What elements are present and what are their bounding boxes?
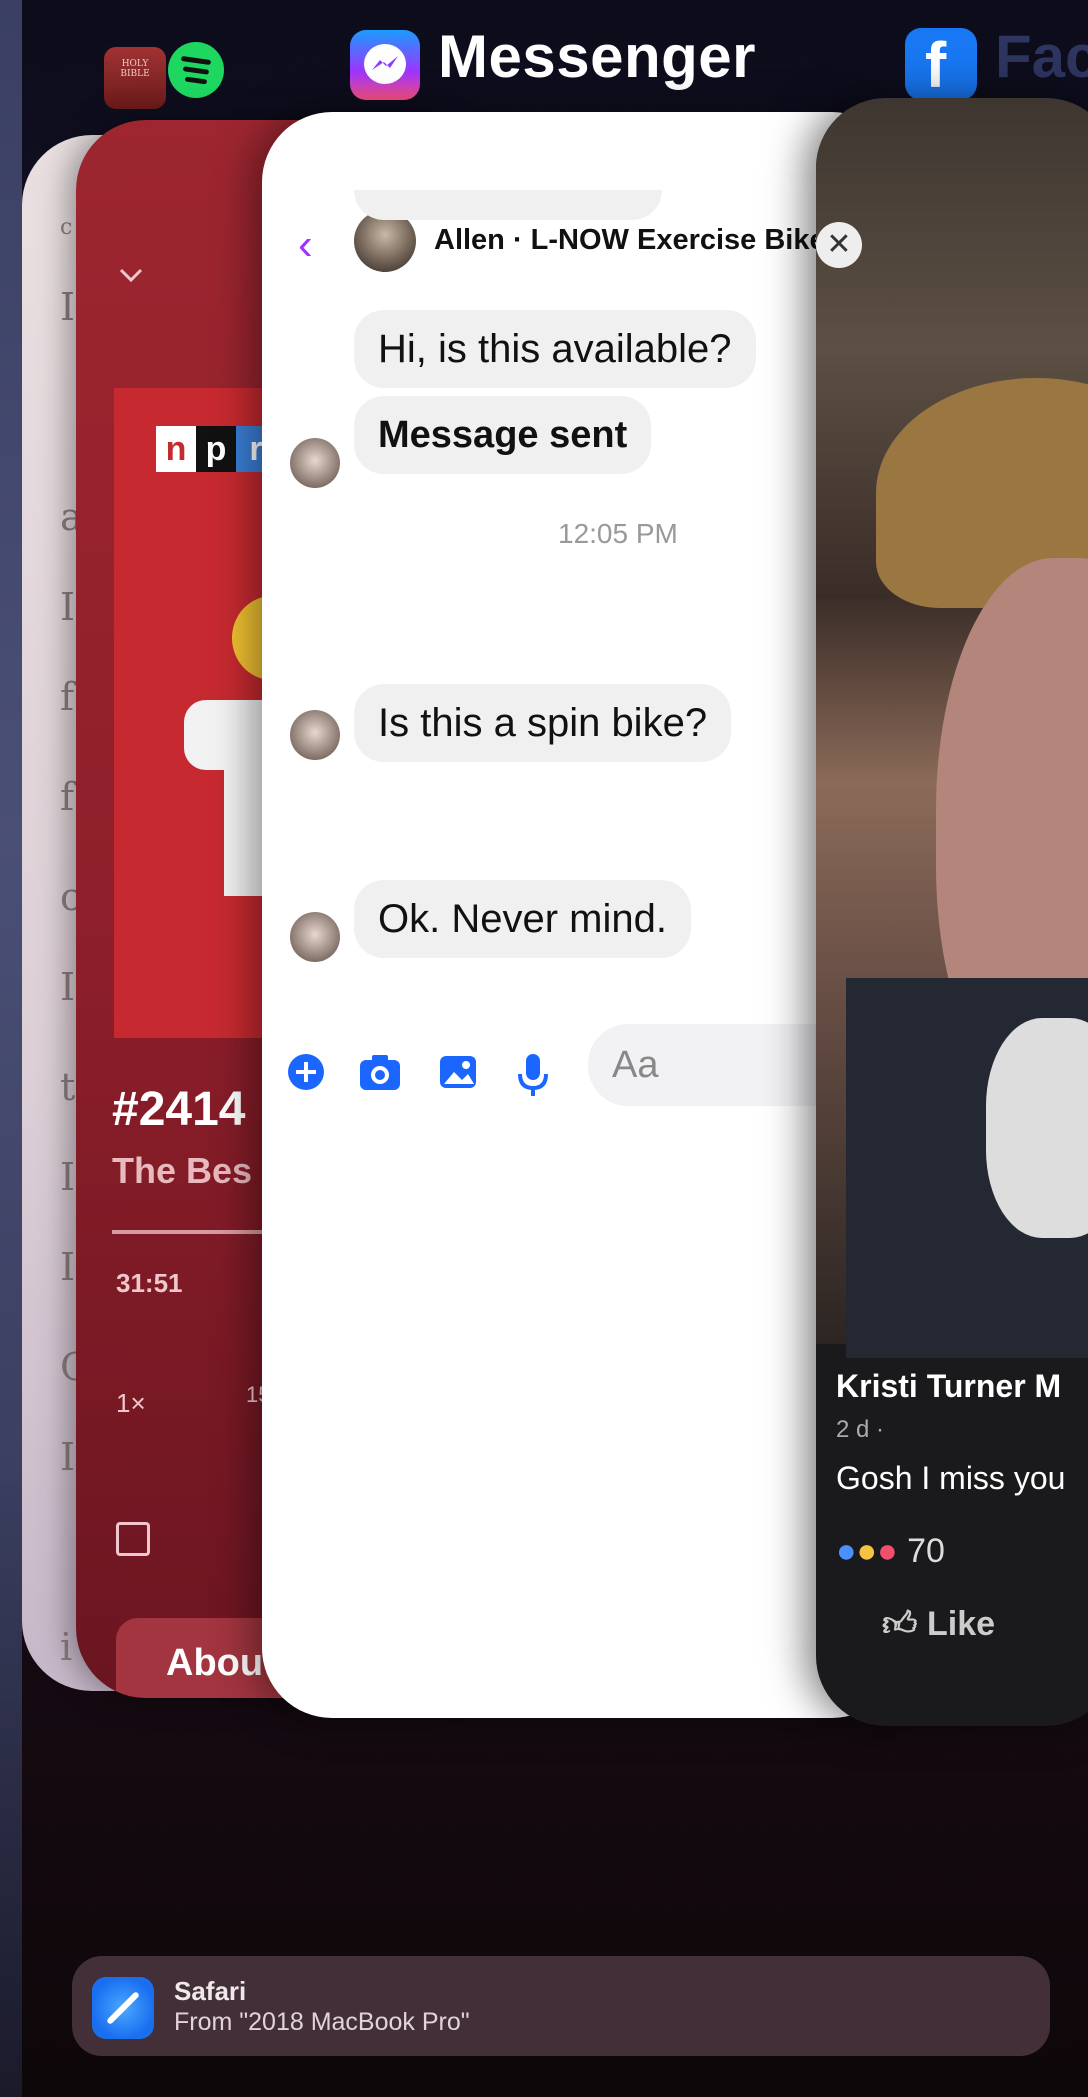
episode-title: #2414 [112,1083,246,1136]
book-text-line: t [60,1065,76,1109]
facebook-icon[interactable]: f [905,28,977,101]
reaction-summary[interactable]: ●●● 70 [836,1532,945,1571]
safari-icon [92,1977,154,2039]
plus-icon[interactable] [286,1052,326,1092]
post-caption: Gosh I miss you [836,1460,1066,1496]
device-picker-icon[interactable] [116,1522,150,1556]
show-name: The Bes [112,1150,253,1191]
book-text-line: f [60,675,75,719]
thumbs-up-icon: 👍︎ [882,1605,918,1643]
back-chevron-icon[interactable]: ‹ [298,220,313,270]
message-bubble[interactable]: Message sent [354,396,652,474]
gallery-icon[interactable] [438,1052,478,1092]
camera-icon[interactable] [358,1052,402,1092]
elapsed-time: 31:51 [116,1268,183,1298]
sender-avatar [290,438,340,488]
book-text-line: I [60,1245,76,1289]
messenger-icon[interactable] [350,30,420,100]
handoff-app-name: Safari [174,1976,247,2006]
npr-logo: n p r [156,426,276,472]
post-meta: 2 d · [836,1416,885,1443]
reaction-count: 70 [907,1532,945,1570]
facebook-app-card[interactable]: ✕ Kristi Turner M 2 d · Gosh I miss you … [816,98,1088,1726]
left-edge-strip [0,0,22,2097]
messenger-app-card[interactable]: ‹ Allen · L-NOW Exercise Bike Hi, is thi… [262,112,902,1718]
handoff-source: From "2018 MacBook Pro" [174,2008,470,2036]
sender-avatar [290,912,340,962]
message-input-placeholder: Aa [612,1044,659,1086]
app-title-facebook: Face [995,23,1088,90]
sender-avatar [290,710,340,760]
book-text-line: c [60,215,73,240]
message-timestamp: 12:05 PM [558,518,678,549]
spotify-icon[interactable] [168,42,224,98]
book-text-line: f [60,775,75,819]
like-label: Like [926,1605,996,1643]
app-title-messenger: Messenger [438,23,756,90]
book-text-line: I [60,585,76,629]
book-text-line: I [60,1155,76,1199]
book-text-line: i [60,1625,73,1669]
playback-speed-button[interactable]: 1× [116,1388,146,1419]
post-author-name[interactable]: Kristi Turner M [836,1368,1061,1405]
bible-icon[interactable]: HOLY BIBLE [104,47,166,109]
message-bubble[interactable]: Is this a spin bike? [354,684,732,762]
reaction-emoji-icons: ● [836,1532,857,1570]
like-button[interactable]: 👍︎ Like [882,1604,995,1645]
chevron-down-icon[interactable] [116,260,146,290]
app-switcher-header: HOLYBIBLE Messenger f Face [0,0,1088,110]
post-photo[interactable] [816,98,1088,1358]
book-text-line: I [60,1435,76,1479]
message-bubble[interactable]: Ok. Never mind. [354,880,691,958]
close-icon[interactable]: ✕ [816,222,862,268]
book-text-line: I [60,965,76,1009]
message-bubble[interactable]: Hi, is this available? [354,310,756,388]
microphone-icon[interactable] [516,1052,550,1098]
contact-name[interactable]: Allen · L-NOW Exercise Bike [434,224,826,257]
book-text-line: I [60,285,76,329]
previous-message-bubble [354,190,662,220]
